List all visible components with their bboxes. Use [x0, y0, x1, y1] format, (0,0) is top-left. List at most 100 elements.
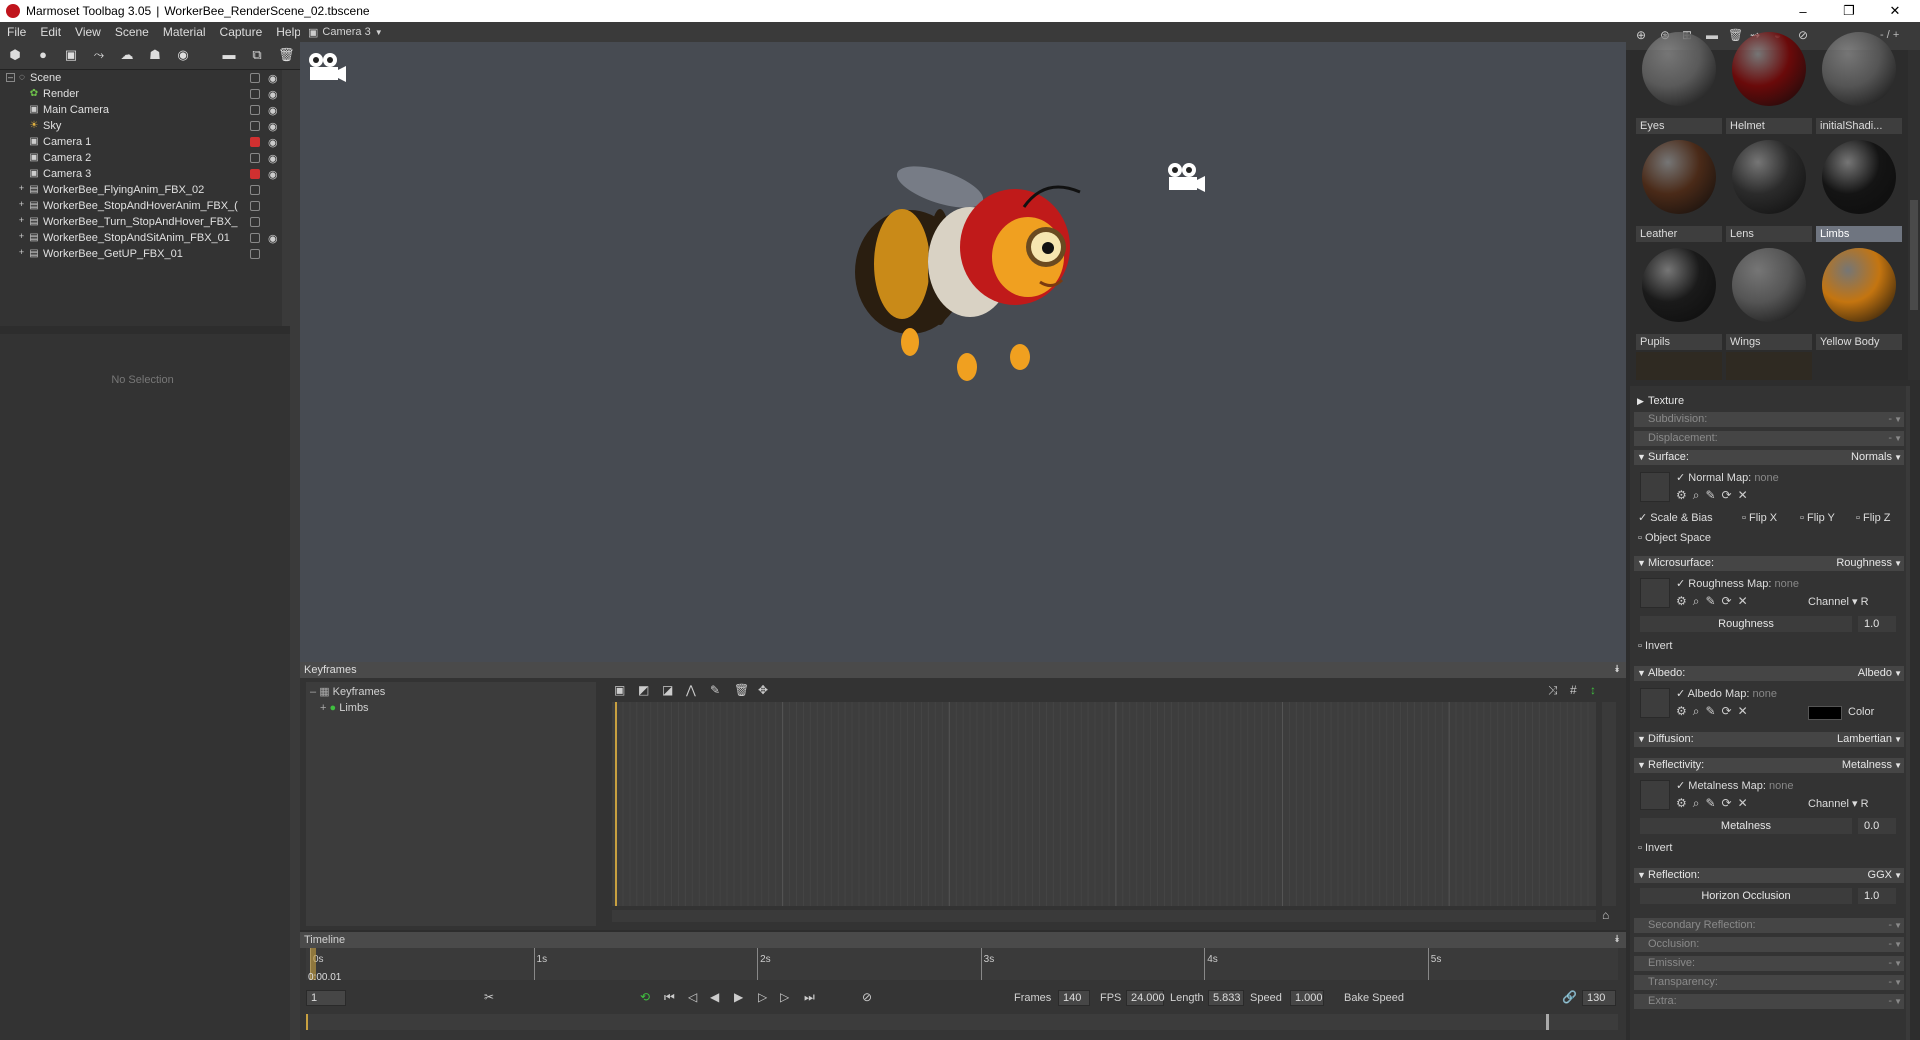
tree-item-camera-1[interactable]: ▣ Camera 1 ◉: [0, 134, 290, 150]
invert-checkbox[interactable]: ▫ Invert: [1638, 840, 1672, 856]
panel-splitter[interactable]: [290, 70, 300, 1040]
roughness-slider[interactable]: Roughness: [1640, 616, 1852, 632]
lock-icon[interactable]: [250, 89, 260, 99]
keyframes-tree-limbs[interactable]: + ● Limbs: [320, 700, 369, 716]
length-field[interactable]: 5.833: [1208, 990, 1244, 1006]
prev-key-icon[interactable]: ◁: [688, 990, 697, 1004]
material-pupils[interactable]: Pupils: [1636, 244, 1722, 350]
expand-icon[interactable]: +: [17, 216, 26, 226]
keyframes-graph[interactable]: [612, 702, 1596, 906]
invert-checkbox[interactable]: ▫ Invert: [1638, 638, 1672, 654]
viewport-3d[interactable]: [300, 42, 1626, 662]
menu-material[interactable]: Material: [156, 25, 213, 39]
tree-item-sky[interactable]: ☀ Sky ◉: [0, 118, 290, 134]
microsurface-section[interactable]: ▼ Microsurface: Roughness ▼: [1634, 556, 1904, 571]
lock-icon[interactable]: [250, 185, 260, 195]
vertical-fit-icon[interactable]: ↕: [1590, 683, 1596, 697]
eye-icon[interactable]: ◉: [268, 232, 278, 245]
material-leather[interactable]: Leather: [1636, 136, 1722, 242]
add-turntable-icon[interactable]: ⤳: [92, 48, 106, 62]
lock-icon-locked[interactable]: [250, 137, 260, 147]
next-key-icon[interactable]: ▷: [780, 990, 789, 1004]
bezier-tangent-icon[interactable]: ⋀: [686, 683, 696, 697]
timeline-ruler[interactable]: 0s 1s 2s 3s 4s 5s: [306, 948, 1618, 980]
lock-icon[interactable]: [250, 73, 260, 83]
timeline-range-bar[interactable]: [306, 1014, 1618, 1030]
channel-select[interactable]: Channel ▾ R: [1808, 594, 1869, 610]
normal-map-row[interactable]: ✓ Normal Map: none: [1676, 470, 1779, 486]
reflectivity-section[interactable]: ▼ Reflectivity: Metalness ▼: [1634, 758, 1904, 773]
tree-item-render[interactable]: ✿ Render ◉: [0, 86, 290, 102]
diffusion-section[interactable]: ▼ Diffusion: Lambertian ▼: [1634, 732, 1904, 747]
eye-icon[interactable]: ◉: [268, 168, 278, 181]
reflection-section[interactable]: ▼ Reflection: GGX ▼: [1634, 868, 1904, 883]
lock-icon[interactable]: [250, 105, 260, 115]
delete-key-icon[interactable]: 🗑: [734, 683, 749, 697]
add-light-icon[interactable]: ●: [36, 48, 50, 62]
object-space-checkbox[interactable]: ▫ Object Space: [1638, 530, 1711, 546]
material-lens[interactable]: Lens: [1726, 136, 1812, 242]
shuffle-icon[interactable]: ⤨: [1548, 683, 1558, 698]
expand-icon[interactable]: +: [17, 184, 26, 194]
channel-select[interactable]: Channel ▾ R: [1808, 796, 1869, 812]
surface-section[interactable]: ▼ Surface: Normals ▼: [1634, 450, 1904, 465]
displacement-section[interactable]: Displacement: - ▼: [1634, 431, 1904, 446]
eye-icon[interactable]: ◉: [268, 88, 278, 101]
material-eyes[interactable]: Eyes: [1636, 28, 1722, 134]
keyframes-scrollbar[interactable]: [1602, 702, 1616, 906]
eye-icon[interactable]: ◉: [268, 72, 278, 85]
add-camera-icon[interactable]: ▣: [64, 48, 78, 62]
tree-item-camera-3[interactable]: ▣ Camera 3 ◉: [0, 166, 290, 182]
eye-icon[interactable]: ◉: [268, 104, 278, 117]
material-yellow-body[interactable]: Yellow Body: [1816, 244, 1902, 350]
menu-scene[interactable]: Scene: [108, 25, 156, 39]
close-window-button[interactable]: ✕: [1872, 0, 1918, 22]
eye-icon[interactable]: ◉: [268, 120, 278, 133]
prev-frame-icon[interactable]: ◀: [710, 990, 719, 1004]
collapse-icon[interactable]: –: [310, 686, 316, 698]
chevron-down-icon[interactable]: ▼: [375, 28, 383, 37]
linear-tangent-icon[interactable]: ◩: [638, 683, 649, 697]
link-icon[interactable]: 🔗: [1562, 990, 1577, 1004]
material-limbs[interactable]: Limbs: [1816, 136, 1902, 242]
tree-item-fbx[interactable]: + ▤ WorkerBee_FlyingAnim_FBX_02: [0, 182, 290, 198]
collapse-panel-icon[interactable]: ⯯: [1614, 662, 1620, 678]
expand-icon[interactable]: +: [17, 200, 26, 210]
normal-map-thumbnail[interactable]: [1640, 472, 1670, 502]
scroll-thumb[interactable]: [1910, 200, 1918, 310]
range-end-handle[interactable]: [1546, 1014, 1549, 1030]
keyframes-tree-root[interactable]: – ▦ Keyframes: [310, 684, 385, 700]
lock-icon[interactable]: [250, 153, 260, 163]
trim-icon[interactable]: ✂: [484, 990, 494, 1004]
secondary-reflection-section[interactable]: Secondary Reflection: - ▼: [1634, 918, 1904, 933]
fps-field[interactable]: 24.000: [1126, 990, 1165, 1006]
horizon-occlusion-value[interactable]: 1.0: [1858, 888, 1896, 904]
range-start-handle[interactable]: [306, 1014, 308, 1030]
material-thumbnail[interactable]: [1726, 352, 1812, 380]
material-initial-shading[interactable]: initialShadi...: [1816, 28, 1902, 134]
add-mesh-icon[interactable]: ⬢: [8, 48, 22, 62]
menu-edit[interactable]: Edit: [33, 25, 68, 39]
flip-z-checkbox[interactable]: ▫ Flip Z: [1856, 510, 1890, 526]
camera-select[interactable]: Camera 3: [322, 26, 370, 38]
expand-icon[interactable]: +: [17, 232, 26, 242]
metalness-map-row[interactable]: ✓ Metalness Map: none: [1676, 778, 1793, 794]
eye-icon[interactable]: ◉: [268, 136, 278, 149]
lock-icon-locked[interactable]: [250, 169, 260, 179]
keyframes-hscroll[interactable]: [612, 910, 1596, 922]
key-options-icon[interactable]: ✥: [758, 683, 768, 697]
tree-item-camera-2[interactable]: ▣ Camera 2 ◉: [0, 150, 290, 166]
albedo-map-thumbnail[interactable]: [1640, 688, 1670, 718]
bake-speed-button[interactable]: Bake Speed: [1344, 992, 1404, 1004]
expand-icon[interactable]: +: [320, 702, 326, 714]
menu-capture[interactable]: Capture: [213, 25, 270, 39]
metalness-value[interactable]: 0.0: [1858, 818, 1896, 834]
add-sky-icon[interactable]: ☗: [148, 48, 162, 62]
home-icon[interactable]: ⌂: [1602, 908, 1609, 922]
delete-icon[interactable]: 🗑: [278, 48, 295, 62]
menu-view[interactable]: View: [68, 25, 108, 39]
skip-start-icon[interactable]: ⏮: [664, 990, 675, 1005]
eye-icon[interactable]: ◉: [268, 152, 278, 165]
play-icon[interactable]: ▶: [734, 990, 743, 1004]
subdivision-section[interactable]: Subdivision: - ▼: [1634, 412, 1904, 427]
